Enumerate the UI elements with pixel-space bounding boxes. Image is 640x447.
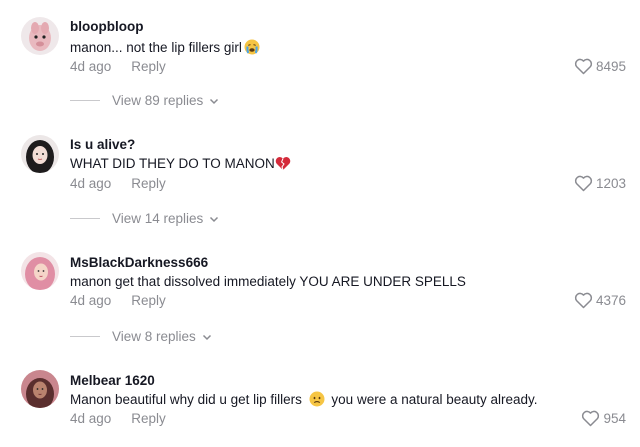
avatar[interactable] — [21, 135, 59, 173]
crying-face-icon — [244, 39, 260, 58]
comment-text: WHAT DID THEY DO TO MANON — [70, 156, 291, 174]
comment-meta: 4d ago Reply — [70, 59, 166, 74]
avatar[interactable] — [21, 17, 59, 55]
comment-time: 4d ago — [70, 176, 112, 191]
like-button[interactable]: 8495 — [574, 58, 626, 75]
reply-button[interactable]: Reply — [131, 59, 166, 74]
view-replies-label[interactable]: View 14 replies — [112, 211, 203, 226]
like-count: 1203 — [595, 176, 626, 191]
comment-time: 4d ago — [70, 411, 112, 426]
divider-line — [70, 100, 100, 101]
comment-text-content: manon... not the lip fillers girl — [70, 40, 242, 55]
comment-meta: 4d ago Reply — [70, 176, 166, 191]
view-replies-button[interactable]: View 14 replies — [70, 211, 219, 226]
comment-time: 4d ago — [70, 59, 112, 74]
view-replies-label[interactable]: View 8 replies — [112, 329, 196, 344]
comment-meta: 4d ago Reply — [70, 411, 166, 426]
reply-button[interactable]: Reply — [131, 176, 166, 191]
chevron-down-icon — [209, 93, 219, 108]
like-button[interactable]: 954 — [581, 410, 626, 427]
comment-username[interactable]: MsBlackDarkness666 — [70, 255, 208, 270]
view-replies-button[interactable]: View 89 replies — [70, 93, 219, 108]
comment-text-content: Manon beautiful why did u get lip filler… — [70, 392, 302, 407]
heart-icon[interactable] — [574, 58, 593, 75]
reply-button[interactable]: Reply — [131, 293, 166, 308]
heart-icon[interactable] — [574, 292, 593, 309]
chevron-down-icon — [209, 211, 219, 226]
comment-text: manon... not the lip fillers girl — [70, 39, 260, 58]
like-count: 4376 — [595, 293, 626, 308]
comment-text-content: WHAT DID THEY DO TO MANON — [70, 156, 275, 171]
view-replies-button[interactable]: View 8 replies — [70, 329, 212, 344]
like-count: 8495 — [595, 59, 626, 74]
avatar[interactable] — [21, 370, 59, 408]
comment-text: manon get that dissolved immediately YOU… — [70, 274, 466, 289]
comment-text: Manon beautiful why did u get lip filler… — [70, 391, 538, 410]
comment-username[interactable]: bloopbloop — [70, 19, 143, 34]
view-replies-label[interactable]: View 89 replies — [112, 93, 203, 108]
comment-time: 4d ago — [70, 293, 112, 308]
broken-heart-icon — [275, 156, 291, 174]
like-button[interactable]: 4376 — [574, 292, 626, 309]
divider-line — [70, 336, 100, 337]
like-count: 954 — [603, 411, 626, 426]
comment-username[interactable]: Melbear 1620 — [70, 373, 155, 388]
avatar[interactable] — [21, 252, 59, 290]
heart-icon[interactable] — [581, 410, 600, 427]
worried-face-icon — [309, 391, 325, 410]
comment-username[interactable]: Is u alive? — [70, 137, 135, 152]
like-button[interactable]: 1203 — [574, 175, 626, 192]
heart-icon[interactable] — [574, 175, 593, 192]
comment-meta: 4d ago Reply — [70, 293, 166, 308]
reply-button[interactable]: Reply — [131, 411, 166, 426]
divider-line — [70, 218, 100, 219]
comment-text-continued: you were a natural beauty already. — [331, 392, 538, 407]
chevron-down-icon — [202, 329, 212, 344]
